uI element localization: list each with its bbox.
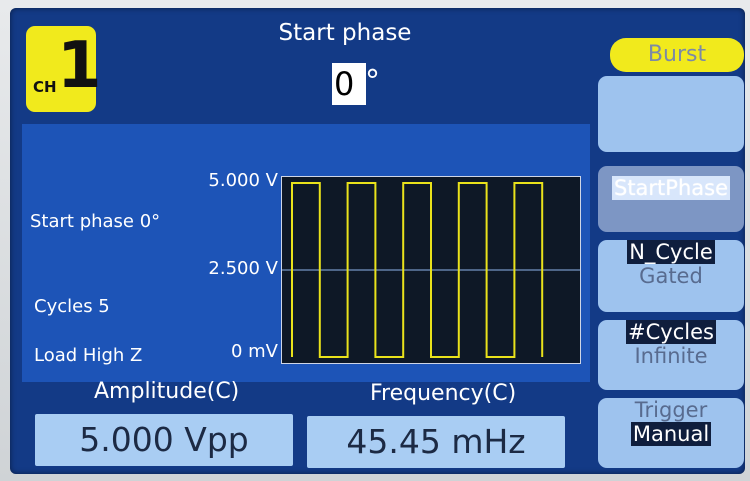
frequency-label: Frequency(C)	[370, 381, 517, 406]
y-tick-label: 2.500 V	[208, 258, 278, 279]
amplitude-value[interactable]: 5.000 Vpp	[35, 414, 293, 466]
channel-prefix: CH	[33, 78, 57, 96]
n-cycle-label: N_Cycle	[627, 240, 715, 264]
y-tick-label: 5.000 V	[208, 170, 278, 191]
channel-badge[interactable]: CH 1	[26, 26, 102, 112]
waveform-svg	[282, 182, 580, 358]
info-load: Load High Z	[34, 345, 143, 366]
start-phase-softkey[interactable]: StartPhase	[598, 166, 744, 232]
burst-label: Burst	[647, 42, 707, 67]
page-title: Start phase	[278, 20, 412, 46]
cycles-softkey[interactable]: #Cycles Infinite	[598, 320, 744, 390]
info-cycles: Cycles 5	[34, 296, 110, 317]
waveform-plot	[281, 176, 581, 364]
channel-number: 1	[57, 29, 102, 103]
cycles-label: #Cycles	[626, 320, 716, 344]
start-phase-input[interactable]: 0	[332, 63, 366, 105]
gated-label: Gated	[639, 264, 703, 288]
y-tick-label: 0 mV	[230, 341, 278, 362]
frequency-value[interactable]: 45.45 mHz	[307, 416, 565, 468]
infinite-label: Infinite	[634, 344, 708, 368]
display-screen: CH 1 Start phase 0 ° Start phase 0° Cycl…	[10, 8, 745, 474]
manual-label: Manual	[630, 422, 712, 446]
n-cycle-softkey[interactable]: N_Cycle Gated	[598, 240, 744, 312]
trigger-label: Trigger	[634, 398, 708, 422]
blank-softkey[interactable]	[598, 76, 744, 152]
info-start-phase: Start phase 0°	[30, 211, 161, 232]
burst-button[interactable]: Burst	[610, 38, 744, 72]
start-phase-softkey-label: StartPhase	[611, 176, 730, 200]
trigger-softkey[interactable]: Trigger Manual	[598, 398, 744, 468]
phase-unit: °	[365, 64, 380, 99]
amplitude-label: Amplitude(C)	[94, 379, 240, 404]
